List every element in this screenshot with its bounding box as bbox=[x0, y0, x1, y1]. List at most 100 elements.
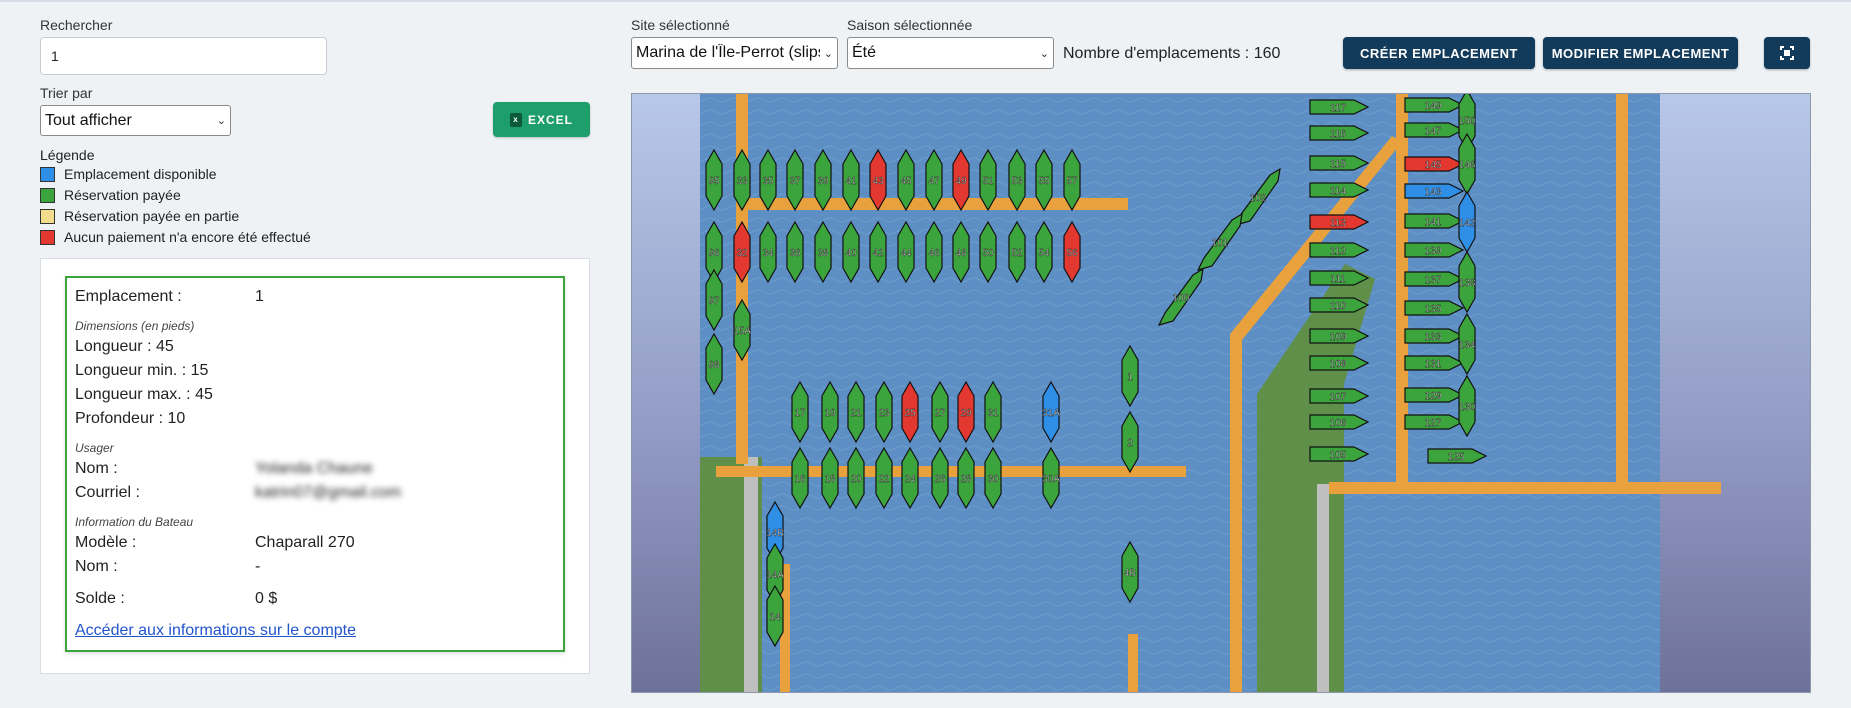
slot-label: 113 bbox=[1330, 218, 1346, 229]
slot-149[interactable]: 149 bbox=[1404, 97, 1465, 113]
slot-106[interactable]: 106 bbox=[1309, 414, 1370, 430]
slot-34[interactable]: 34 bbox=[759, 220, 777, 284]
slot-141[interactable]: 141 bbox=[1404, 213, 1465, 229]
slot-label: 129 bbox=[1425, 391, 1442, 402]
slot-39[interactable]: 39 bbox=[814, 148, 832, 212]
slot-45[interactable]: 45 bbox=[897, 148, 915, 212]
slot-28[interactable]: 28 bbox=[957, 446, 975, 510]
slot-51[interactable]: 51 bbox=[979, 148, 997, 212]
slot-label: 111 bbox=[1330, 274, 1346, 285]
slot-4B[interactable]: 4B bbox=[1121, 540, 1139, 604]
slot-26[interactable]: 26 bbox=[931, 446, 949, 510]
slot-107[interactable]: 107 bbox=[1309, 388, 1370, 404]
slot-53[interactable]: 53 bbox=[1008, 148, 1026, 212]
slot-105[interactable]: 105 bbox=[1309, 446, 1370, 462]
slot-30[interactable]: 30 bbox=[984, 446, 1002, 510]
site-select[interactable]: Marina de l'Île-Perrot (slips) ⌄ bbox=[631, 37, 838, 69]
slot-label: 45 bbox=[900, 176, 912, 187]
slot-label: 138 bbox=[1459, 278, 1476, 289]
slot-49[interactable]: 49 bbox=[952, 148, 970, 212]
slot-133[interactable]: 133 bbox=[1404, 328, 1465, 344]
slot-label: 135 bbox=[1425, 304, 1442, 315]
slot-32[interactable]: 32 bbox=[733, 220, 751, 284]
marina-map[interactable]: 95 33 35 37 39 41 43 45 47 49 51 53 55 57 96 32 34 36 38 40… bbox=[631, 93, 1811, 693]
slot-label: 53 bbox=[1011, 176, 1023, 187]
slot-17[interactable]: 17 bbox=[791, 380, 809, 444]
slot-112[interactable]: 112 bbox=[1309, 242, 1370, 258]
slot-113[interactable]: 113 bbox=[1309, 214, 1370, 230]
slot-131[interactable]: 131 bbox=[1404, 355, 1465, 371]
slot-46[interactable]: 46 bbox=[925, 220, 943, 284]
slot-97[interactable]: 97 bbox=[705, 268, 723, 332]
slot-21[interactable]: 21 bbox=[847, 380, 865, 444]
slot-label: 29 bbox=[960, 408, 972, 419]
slot-31[interactable]: 31 bbox=[984, 380, 1002, 444]
slot-33[interactable]: 33 bbox=[733, 148, 751, 212]
slot-116[interactable]: 116 bbox=[1309, 125, 1370, 141]
slot-108[interactable]: 108 bbox=[1309, 355, 1370, 371]
slot-1[interactable]: 1 bbox=[1121, 344, 1139, 408]
slot-54[interactable]: 54 bbox=[1035, 220, 1053, 284]
slot-43[interactable]: 43 bbox=[869, 148, 887, 212]
slot-40[interactable]: 40 bbox=[842, 220, 860, 284]
season-select[interactable]: Été ⌄ bbox=[847, 37, 1054, 69]
slot-111[interactable]: 111 bbox=[1309, 270, 1370, 286]
slot-35[interactable]: 35 bbox=[759, 148, 777, 212]
slot-95[interactable]: 95 bbox=[705, 148, 723, 212]
slot-47[interactable]: 47 bbox=[925, 148, 943, 212]
slot-29[interactable]: 29 bbox=[957, 380, 975, 444]
slot-114[interactable]: 114 bbox=[1309, 182, 1370, 198]
slot-145[interactable]: 145 bbox=[1404, 156, 1465, 172]
slot-137[interactable]: 137 bbox=[1404, 271, 1465, 287]
slot-label: 107 bbox=[1330, 392, 1347, 403]
slot-115[interactable]: 115 bbox=[1309, 155, 1370, 171]
slot-38[interactable]: 38 bbox=[814, 220, 832, 284]
slot-117[interactable]: 117 bbox=[1309, 99, 1370, 115]
create-slot-button[interactable]: CRÉER EMPLACEMENT bbox=[1343, 37, 1535, 69]
slot-127[interactable]: 127 bbox=[1404, 414, 1465, 430]
slot-57[interactable]: 57 bbox=[1063, 148, 1081, 212]
slot-139[interactable]: 139 bbox=[1404, 242, 1465, 258]
slot-27[interactable]: 27 bbox=[931, 380, 949, 444]
slot-129[interactable]: 129 bbox=[1404, 387, 1465, 403]
slot-label: 48 bbox=[955, 248, 967, 259]
slot-18[interactable]: 18 bbox=[821, 446, 839, 510]
slot-42[interactable]: 42 bbox=[869, 220, 887, 284]
season-label: Saison sélectionnée bbox=[847, 17, 973, 33]
slot-110[interactable]: 110 bbox=[1309, 297, 1370, 313]
slot-48[interactable]: 48 bbox=[952, 220, 970, 284]
sort-select[interactable]: Tout afficher ⌄ bbox=[40, 105, 231, 136]
fullscreen-button[interactable] bbox=[1764, 37, 1810, 69]
slot-147[interactable]: 147 bbox=[1404, 122, 1465, 138]
slot-label: 16 bbox=[794, 474, 806, 485]
slot-19[interactable]: 19 bbox=[821, 380, 839, 444]
slot-52[interactable]: 52 bbox=[1008, 220, 1026, 284]
search-input[interactable] bbox=[40, 37, 327, 75]
slot-details-card: Emplacement : 1 Dimensions (en pieds) Lo… bbox=[65, 276, 565, 652]
slot-44[interactable]: 44 bbox=[897, 220, 915, 284]
slot-37[interactable]: 37 bbox=[786, 148, 804, 212]
walkway-left bbox=[744, 457, 758, 692]
slot-56[interactable]: 56 bbox=[1063, 220, 1081, 284]
slot-25[interactable]: 25 bbox=[901, 380, 919, 444]
excel-export-button[interactable]: x EXCEL bbox=[493, 102, 590, 137]
slot-36[interactable]: 36 bbox=[786, 220, 804, 284]
slot-55[interactable]: 55 bbox=[1035, 148, 1053, 212]
slot-16[interactable]: 16 bbox=[791, 446, 809, 510]
slot-50[interactable]: 50 bbox=[979, 220, 997, 284]
slot-22[interactable]: 22 bbox=[875, 446, 893, 510]
slot-125[interactable]: 125 bbox=[1427, 448, 1488, 464]
slot-14[interactable]: 14 bbox=[766, 584, 784, 648]
slot-label: 134 bbox=[1459, 340, 1476, 351]
slot-20[interactable]: 20 bbox=[847, 446, 865, 510]
slot-24[interactable]: 24 bbox=[901, 446, 919, 510]
slot-109[interactable]: 109 bbox=[1309, 328, 1370, 344]
slot-143[interactable]: 143 bbox=[1404, 183, 1465, 199]
slot-135[interactable]: 135 bbox=[1404, 300, 1465, 316]
slot-23[interactable]: 23 bbox=[875, 380, 893, 444]
slot-2[interactable]: 2 bbox=[1121, 410, 1139, 474]
account-info-link[interactable]: Accéder aux informations sur le compte bbox=[75, 622, 356, 640]
modify-slot-button[interactable]: MODIFIER EMPLACEMENT bbox=[1543, 37, 1738, 69]
slot-41[interactable]: 41 bbox=[842, 148, 860, 212]
slot-98[interactable]: 98 bbox=[705, 332, 723, 396]
